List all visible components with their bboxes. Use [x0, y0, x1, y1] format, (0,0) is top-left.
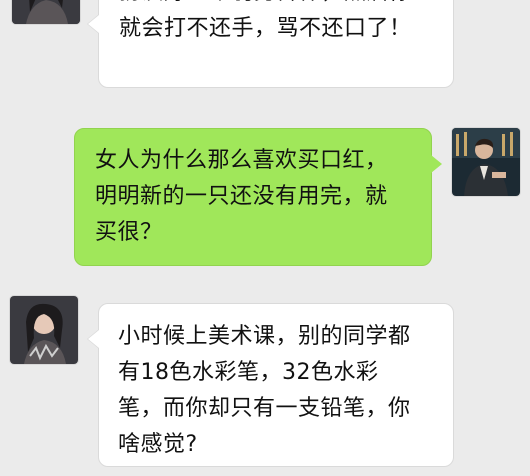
- message-text-line: 有18色水彩笔，32色水彩: [118, 360, 379, 385]
- incoming-message-bubble[interactable]: 小时候上美术课，别的同学都 有18色水彩笔，32色水彩 笔，而你却只有一支铅笔，…: [87, 303, 454, 467]
- contact-avatar[interactable]: [12, 0, 80, 24]
- message-text-line: 笔，而你却只有一支铅笔，你: [118, 396, 411, 421]
- contact-avatar-icon: [10, 296, 78, 364]
- message-text-line: 明明新的一只还没有用完，就: [95, 184, 388, 209]
- my-avatar[interactable]: [452, 128, 520, 196]
- message-text-line: 就会打不还手，骂不还口了！: [119, 16, 412, 41]
- incoming-message-bubble[interactable]: 扮演好一个弱势群体，然后你 就会打不还手，骂不还口了！: [87, 0, 454, 88]
- message-text-line: 小时候上美术课，别的同学都: [118, 324, 411, 349]
- my-avatar-icon: [452, 128, 520, 196]
- message-text-line: 扮演好一个弱势群体，然后你: [119, 0, 453, 11]
- bubble-tail: [87, 14, 99, 34]
- message-text-line: 啥感觉?: [118, 432, 198, 457]
- contact-avatar[interactable]: [10, 296, 78, 364]
- contact-avatar-icon: [12, 0, 80, 24]
- bubble-tail: [87, 329, 99, 349]
- outgoing-message-bubble[interactable]: 女人为什么那么喜欢买口红， 明明新的一只还没有用完，就 买很？: [74, 128, 442, 266]
- message-text-line: 买很？: [95, 220, 163, 245]
- bubble-tail: [431, 155, 442, 173]
- message-text-line: 女人为什么那么喜欢买口红，: [95, 148, 388, 173]
